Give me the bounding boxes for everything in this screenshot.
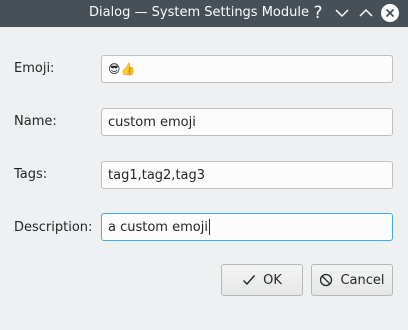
description-field[interactable]: a custom emoji: [101, 213, 393, 241]
checkmark-icon: [243, 275, 256, 286]
name-value: custom emoji: [108, 114, 196, 130]
ok-label: OK: [263, 272, 282, 288]
emoji-value: 😎👍: [108, 62, 136, 76]
cancel-icon: [320, 273, 333, 287]
description-label: Description:: [14, 220, 93, 235]
ok-button[interactable]: OK: [221, 264, 303, 296]
tags-label: Tags:: [14, 167, 48, 182]
help-icon[interactable]: ?: [307, 2, 329, 24]
cancel-button[interactable]: Cancel: [311, 264, 393, 296]
cancel-label: Cancel: [340, 272, 385, 288]
description-value: a custom emoji: [108, 219, 208, 235]
name-label: Name:: [14, 114, 57, 129]
close-circle: [381, 4, 399, 22]
emoji-label: Emoji:: [14, 61, 55, 76]
close-icon[interactable]: [379, 2, 401, 24]
title-bar[interactable]: Dialog — System Settings Module ?: [0, 0, 408, 27]
tags-value: tag1,tag2,tag3: [108, 167, 206, 183]
name-field[interactable]: custom emoji: [101, 108, 393, 136]
text-caret: [208, 219, 210, 235]
minimize-icon[interactable]: [331, 2, 353, 24]
emoji-field[interactable]: 😎👍: [101, 55, 393, 83]
tags-field[interactable]: tag1,tag2,tag3: [101, 161, 393, 189]
dialog-window: Dialog — System Settings Module ? Emoji:…: [0, 0, 408, 330]
maximize-icon[interactable]: [355, 2, 377, 24]
